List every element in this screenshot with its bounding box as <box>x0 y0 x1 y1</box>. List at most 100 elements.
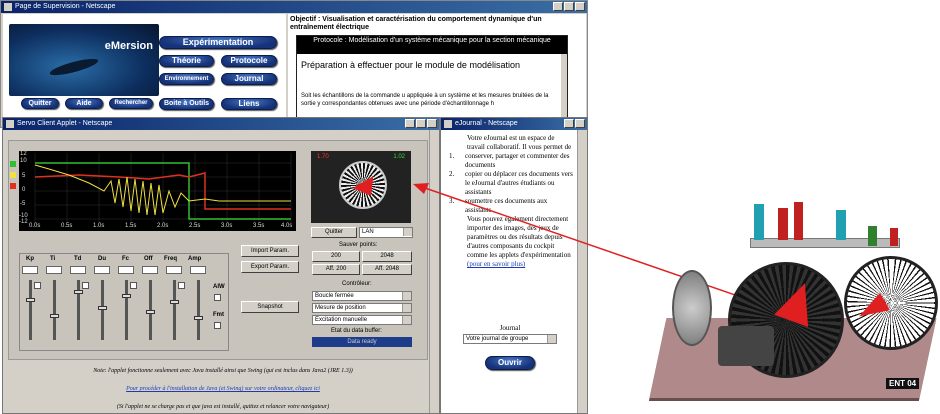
java-install-link[interactable]: Pour procéder à l'installation de Java (… <box>23 386 423 392</box>
controller-select-excitation[interactable]: Excitation manuelle <box>312 315 412 325</box>
journal-select[interactable]: Votre journal de groupe <box>463 334 557 344</box>
y-tick-label: 12 <box>20 151 27 157</box>
legend-yellow-swatch <box>10 172 16 178</box>
prep-text: Soit les échantillons de la commande u a… <box>301 93 549 107</box>
slider-label-td: Td <box>74 256 82 262</box>
ejournal-list: 1. conserver, partager et commenter des d… <box>449 152 573 215</box>
slider-ti[interactable] <box>53 280 56 340</box>
reload-note: (Si l'applet ne se charge pas et que jav… <box>116 404 330 410</box>
close-icon[interactable] <box>427 119 437 128</box>
x-tick-label: 0.0s <box>29 223 41 229</box>
slider-fc[interactable] <box>125 280 128 340</box>
value-box <box>166 266 182 274</box>
connector-cyan <box>754 204 764 240</box>
network-select[interactable]: LAN <box>359 227 413 238</box>
minimize-icon[interactable] <box>405 119 415 128</box>
slider-label-freq: Freq <box>164 256 178 262</box>
objective-panel: Objectif : Visualisation et caractérisat… <box>288 14 586 127</box>
connector-red <box>890 228 898 246</box>
list-item: 2. copier ou déplacer ces documents vers … <box>449 170 573 197</box>
more-link[interactable]: (pour en savoir plus) <box>449 260 573 269</box>
aff-2048-button[interactable]: Aff. 2048 <box>362 264 412 275</box>
environnement-button[interactable]: Environnement <box>159 73 214 85</box>
export-param-button[interactable]: Export Param. <box>241 261 299 273</box>
slider-knob[interactable] <box>50 314 59 318</box>
open-button[interactable]: Ouvrir <box>485 356 535 370</box>
slider-label-fc: Fc <box>122 256 130 262</box>
slider-freq[interactable] <box>173 280 176 340</box>
connector-red <box>794 202 803 240</box>
experimentation-button[interactable]: Expérimentation <box>159 36 277 49</box>
minimize-icon[interactable] <box>564 119 574 128</box>
supervision-title: Page de Supervision - Netscape <box>15 3 116 10</box>
journal-button[interactable]: Journal <box>221 73 277 85</box>
quit-button[interactable]: Quitter <box>311 227 357 238</box>
x-tick-label: 2.5s <box>189 223 201 229</box>
list-number: 3. <box>449 197 455 205</box>
supervision-window: Page de Supervision - Netscape eMersion … <box>0 0 588 128</box>
ejournal-titlebar[interactable]: eJournal - Netscape <box>441 118 587 130</box>
list-item-text: copier ou déplacer ces documents vers le… <box>465 170 573 196</box>
slider-knob[interactable] <box>74 290 83 294</box>
checkbox[interactable] <box>82 282 89 289</box>
slider-knob[interactable] <box>26 298 35 302</box>
aiw-label: AIW <box>213 284 225 290</box>
x-tick-label: 1.0s <box>93 223 105 229</box>
ejournal-body: Vous pouvez également directement import… <box>467 215 571 259</box>
slider-kp[interactable] <box>29 280 32 340</box>
save-200-button[interactable]: 200 <box>312 251 360 262</box>
close-icon[interactable] <box>575 2 585 11</box>
slider-label-ti: Ti <box>50 256 56 262</box>
list-item-text: conserver, partager et commenter des doc… <box>465 152 570 169</box>
value-box <box>118 266 134 274</box>
rechercher-button[interactable]: Rechercher <box>109 98 153 109</box>
legend-green-swatch <box>10 161 16 167</box>
right-disk <box>844 256 938 350</box>
controller-select-mode[interactable]: Boucle fermée <box>312 291 412 301</box>
theorie-button[interactable]: Théorie <box>159 55 214 67</box>
checkbox[interactable] <box>178 282 185 289</box>
snapshot-button[interactable]: Snapshot <box>241 301 299 313</box>
slider-label-du: Du <box>98 256 106 262</box>
checkbox[interactable] <box>34 282 41 289</box>
liens-button[interactable]: Liens <box>221 98 277 110</box>
video-feed: 1.70 1.02 <box>311 151 411 223</box>
slider-knob[interactable] <box>194 316 203 320</box>
ejournal-scrollbar[interactable] <box>577 130 587 413</box>
maximize-icon[interactable] <box>416 119 426 128</box>
aiw-checkbox[interactable] <box>214 294 221 301</box>
close-icon[interactable] <box>575 119 585 128</box>
prep-heading: Préparation à effectuer pour le module d… <box>301 60 520 70</box>
slider-knob[interactable] <box>122 294 131 298</box>
aff-200-button[interactable]: Aff. 200 <box>312 264 360 275</box>
maximize-icon[interactable] <box>564 2 574 11</box>
slider-knob[interactable] <box>98 306 107 310</box>
protocole-button[interactable]: Protocole <box>221 55 277 67</box>
save-2048-button[interactable]: 2048 <box>362 251 412 262</box>
quitter-button[interactable]: Quitter <box>21 98 59 109</box>
save-points-label: Sauver points: <box>339 242 378 248</box>
minimize-icon[interactable] <box>553 2 563 11</box>
boite-outils-button[interactable]: Boite à Outils <box>159 98 214 110</box>
supervision-titlebar[interactable]: Page de Supervision - Netscape <box>1 1 587 13</box>
slider-du[interactable] <box>101 280 104 340</box>
x-tick-label: 3.0s <box>221 223 233 229</box>
checkbox[interactable] <box>130 282 137 289</box>
aide-button[interactable]: Aide <box>65 98 103 109</box>
slider-amp[interactable] <box>197 280 200 340</box>
fmt-label: Fmt <box>213 312 224 318</box>
value-box <box>94 266 110 274</box>
import-param-button[interactable]: Import Param. <box>241 245 299 257</box>
scrollbar[interactable] <box>561 54 567 118</box>
slider-knob[interactable] <box>170 300 179 304</box>
controller-select-measure[interactable]: Mesure de position <box>312 303 412 313</box>
connector-red <box>778 208 788 240</box>
applet-titlebar[interactable]: Servo Client Applet - Netscape <box>3 118 439 130</box>
applet-scrollbar[interactable] <box>429 130 439 413</box>
device-tag: ENT 04 <box>886 378 920 389</box>
device-photo: ENT 04 <box>600 190 940 414</box>
left-pulley <box>672 270 712 346</box>
slider-knob[interactable] <box>146 310 155 314</box>
slider-td[interactable] <box>77 280 80 340</box>
fmt-checkbox[interactable] <box>214 322 221 329</box>
